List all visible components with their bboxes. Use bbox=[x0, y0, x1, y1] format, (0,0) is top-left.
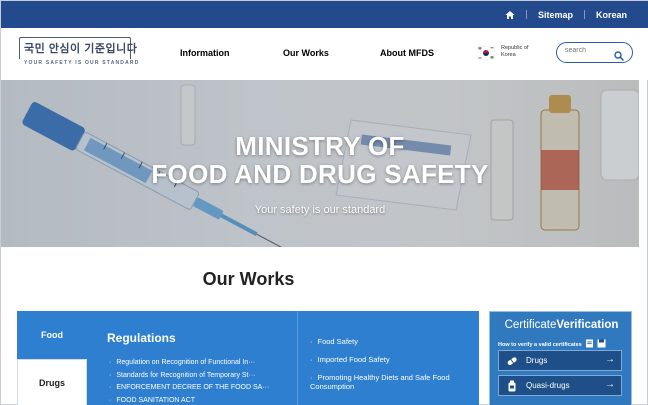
regulation-item[interactable]: FOOD SANITATION ACT bbox=[109, 395, 269, 405]
logo-english-text: YOUR SAFETY IS OUR STANDARD bbox=[24, 60, 140, 66]
country-label: Republic of Korea bbox=[501, 45, 529, 59]
regulation-item[interactable]: ENFORCEMENT DECREE OF THE FOOD SA··· bbox=[109, 382, 269, 395]
certificate-title: CertificateVerification bbox=[490, 319, 633, 331]
divider bbox=[583, 10, 585, 19]
nav-about-mfds[interactable]: About MFDS bbox=[380, 48, 434, 58]
search-box[interactable] bbox=[556, 42, 633, 63]
top-bar: Sitemap Korean bbox=[1, 1, 648, 28]
korea-flag-icon bbox=[476, 45, 496, 61]
save-icon bbox=[597, 339, 606, 350]
tab-food[interactable]: Food bbox=[17, 311, 87, 359]
sitemap-link[interactable]: Sitemap bbox=[538, 10, 573, 20]
verify-drugs-label: Drugs bbox=[526, 356, 548, 365]
tab-drugs[interactable]: Drugs bbox=[17, 359, 87, 405]
nav-information[interactable]: Information bbox=[180, 48, 230, 58]
verify-quasi-drugs-label: Quasi-drugs bbox=[526, 381, 570, 390]
regulation-item[interactable]: Regulation on Recognition of Functional … bbox=[109, 357, 269, 370]
our-works-heading: Our Works bbox=[202, 269, 295, 289]
topics-column: Food Safety Imported Food Safety Promoti… bbox=[297, 311, 479, 405]
topic-item[interactable]: Food Safety bbox=[310, 337, 479, 346]
country-line-1: Republic of bbox=[501, 45, 529, 51]
topic-item[interactable]: Imported Food Safety bbox=[310, 355, 479, 364]
logo-korean-text: 국민 안심이 기준입니다 bbox=[24, 43, 138, 55]
arrow-right-icon: → bbox=[605, 379, 615, 390]
language-link[interactable]: Korean bbox=[596, 10, 627, 20]
country-line-2: Korea bbox=[501, 52, 516, 58]
hero-banner: MINISTRY OF FOOD AND DRUG SAFETY Your sa… bbox=[1, 80, 639, 247]
verify-drugs-button[interactable]: Drugs → bbox=[498, 350, 622, 371]
certificate-title-bold: Verification bbox=[556, 319, 619, 331]
topics-list: Food Safety Imported Food Safety Promoti… bbox=[310, 337, 479, 400]
verify-quasi-drugs-button[interactable]: Quasi-drugs → bbox=[498, 375, 622, 396]
certificate-title-normal: Certificate bbox=[504, 319, 557, 331]
hero-subtitle: Your safety is our standard bbox=[254, 204, 386, 216]
regulations-heading[interactable]: Regulations bbox=[107, 331, 176, 345]
works-panel: Food Drugs Regulations Regulation on Rec… bbox=[17, 311, 479, 405]
mfds-logo[interactable]: 국민 안심이 기준입니다 YOUR SAFETY IS OUR STANDARD bbox=[19, 37, 138, 69]
hero-title-line-2: FOOD AND DRUG SAFETY bbox=[151, 159, 489, 189]
pill-icon bbox=[504, 353, 520, 369]
document-icon bbox=[585, 339, 594, 350]
how-to-verify[interactable]: How to verify a valid certificates bbox=[498, 339, 606, 350]
search-icon[interactable] bbox=[614, 48, 624, 66]
utility-links: Sitemap Korean bbox=[505, 1, 627, 28]
bottle-icon bbox=[504, 378, 520, 394]
how-to-verify-text: How to verify a valid certificates bbox=[498, 341, 582, 348]
header: 국민 안심이 기준입니다 YOUR SAFETY IS OUR STANDARD… bbox=[1, 28, 648, 80]
certificate-verification-panel: CertificateVerification How to verify a … bbox=[489, 311, 632, 405]
nav-our-works[interactable]: Our Works bbox=[283, 48, 329, 58]
home-icon[interactable] bbox=[505, 10, 515, 20]
arrow-right-icon: → bbox=[605, 354, 615, 365]
topic-item[interactable]: Promoting Healthy Diets and Safe Food Co… bbox=[310, 373, 479, 391]
regulation-item[interactable]: Standards for Recognition of Temporary S… bbox=[109, 370, 269, 383]
divider bbox=[525, 10, 527, 19]
works-tab-column: Food Drugs bbox=[17, 311, 87, 405]
search-input[interactable] bbox=[565, 47, 615, 54]
regulations-list: Regulation on Recognition of Functional … bbox=[109, 357, 269, 405]
hero-title-line-1: MINISTRY OF bbox=[235, 131, 405, 161]
